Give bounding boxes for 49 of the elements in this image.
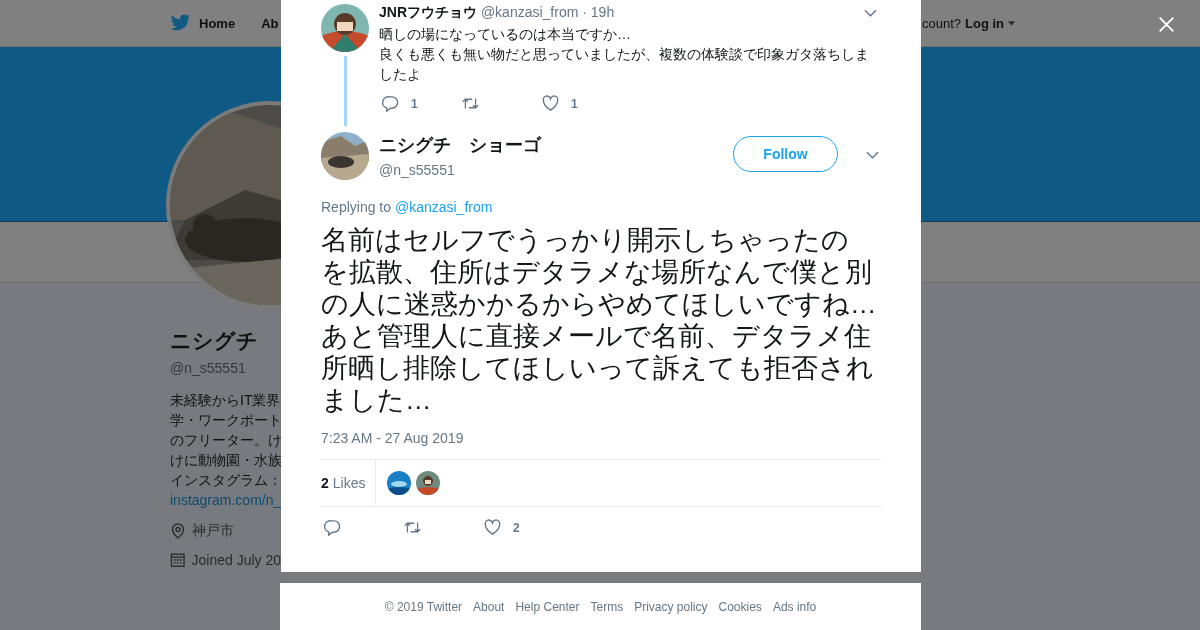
reply-icon[interactable] bbox=[324, 519, 341, 536]
author-name[interactable]: ニシグチ ショーゴ bbox=[379, 133, 723, 157]
author-handle[interactable]: @n_s55551 bbox=[379, 162, 723, 178]
location-pin-icon bbox=[170, 523, 186, 539]
tweet-text-line: あと管理人に直接メールで名前、デタラメ住 bbox=[321, 320, 871, 352]
login-link[interactable]: Log in bbox=[965, 15, 1004, 31]
calendar-icon bbox=[170, 552, 186, 568]
reply-icon[interactable] bbox=[382, 95, 399, 112]
like-count: 1 bbox=[571, 96, 578, 111]
chevron-icon[interactable] bbox=[864, 9, 877, 17]
author-handle[interactable]: @kanzasi_from bbox=[480, 4, 579, 20]
profile-joined: Joined July 20 bbox=[191, 552, 281, 568]
retweet-icon[interactable] bbox=[404, 519, 421, 536]
footer-link[interactable]: Cookies bbox=[718, 599, 762, 614]
profile-name: ニシグチ bbox=[170, 328, 259, 354]
mention-link[interactable]: @kanzasi_from bbox=[394, 199, 493, 215]
tweet-timestamp: 7:23 AM - 27 Aug 2019 bbox=[321, 430, 465, 446]
tweet-text-line: の人に迷惑かかるからやめてほしいですね… bbox=[321, 288, 877, 320]
retweet-icon[interactable] bbox=[462, 95, 479, 112]
caret-icon bbox=[1008, 20, 1015, 26]
follow-button[interactable]: Follow bbox=[733, 136, 838, 172]
tweet-time[interactable]: · 19h bbox=[582, 4, 615, 20]
tweet-text: 晒しの場になっているのは本当ですか… 良くも悪くも無い物だと思っていましたが、複数の体験談で印象ガタ落ちしましたよ bbox=[379, 25, 870, 84]
footer-link[interactable]: Help Center bbox=[515, 599, 580, 614]
footer-link[interactable]: Terms bbox=[590, 599, 624, 614]
heart-icon[interactable] bbox=[484, 519, 501, 536]
profile-location: 神戸市 bbox=[192, 522, 234, 540]
likes-stat[interactable]: 2 Likes bbox=[321, 460, 377, 506]
nav-link[interactable]: Ab bbox=[261, 15, 279, 31]
profile-bio: 未経験からIT業界 学・ワークポート のフリーター。け けに動物園・水族 インスタグラム： bbox=[170, 391, 281, 490]
footer-link[interactable]: Privacy policy bbox=[634, 599, 708, 614]
tweet-text-line: ました… bbox=[321, 384, 432, 416]
tweet-text-line: 所晒し排除してほしいって訴えても拒否され bbox=[321, 352, 874, 384]
reply-count: 1 bbox=[411, 96, 418, 111]
close-icon[interactable] bbox=[1158, 16, 1175, 33]
footer-link[interactable]: Ads info bbox=[772, 599, 817, 614]
footer-link[interactable]: © 2019 Twitter bbox=[384, 599, 463, 614]
nav-link[interactable]: Home bbox=[199, 15, 236, 31]
footer-link[interactable]: About bbox=[473, 599, 505, 614]
like-count: 2 bbox=[513, 520, 520, 535]
heart-icon[interactable] bbox=[542, 95, 559, 112]
author-name[interactable]: JNRフウチョウ bbox=[379, 4, 477, 20]
chevron-icon[interactable] bbox=[866, 151, 879, 159]
tweet-text-line: 名前はセルフでうっかり開示しちゃったの bbox=[321, 224, 849, 256]
replying-label: Replying to bbox=[321, 199, 392, 215]
thread-line bbox=[343, 56, 347, 126]
profile-handle: @n_s55551 bbox=[170, 360, 247, 376]
login-prompt: count? bbox=[921, 15, 961, 31]
tweet-text-line: を拡散、住所はデタラメな場所なんで僕と別 bbox=[321, 256, 872, 288]
